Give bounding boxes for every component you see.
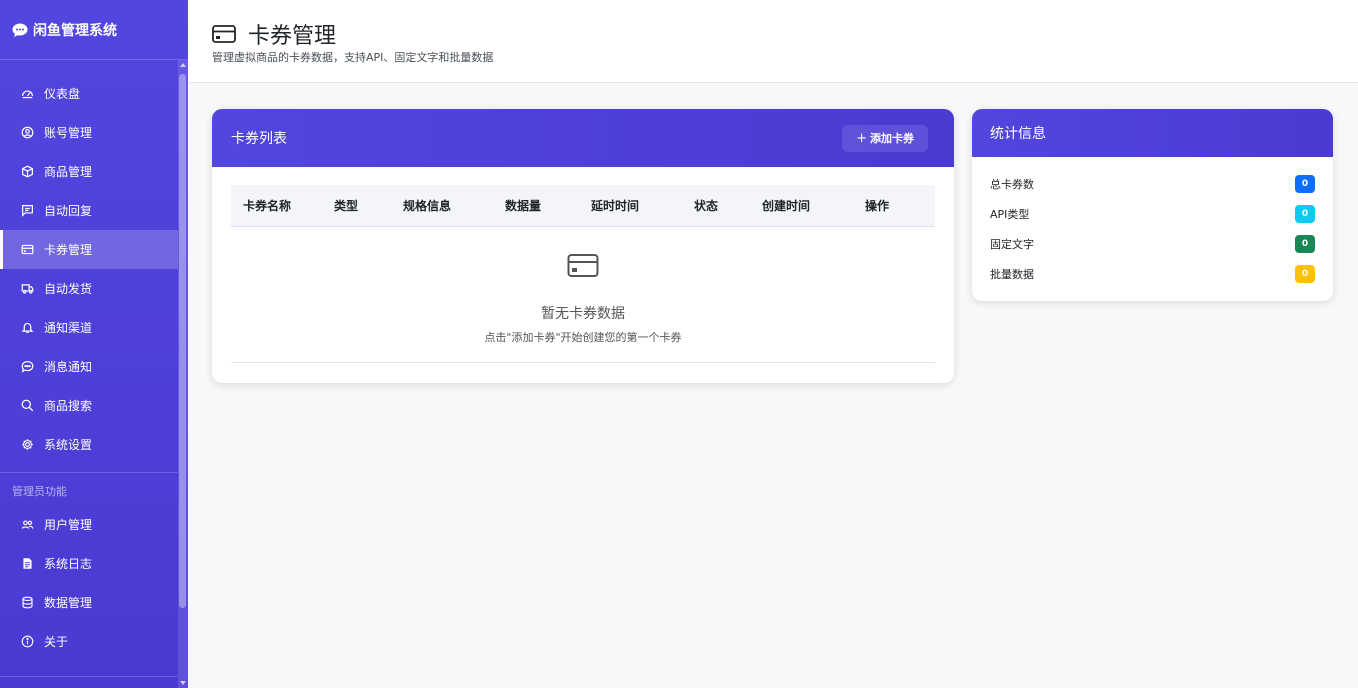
info-icon [21,635,34,648]
stat-row: API类型 0 [990,204,1315,224]
column-header[interactable]: 操作 [865,197,915,214]
search-icon [21,399,34,412]
stat-label: 固定文字 [990,238,1034,251]
user-circle-icon [21,126,34,139]
sidebar-item-label: 仪表盘 [44,87,81,101]
scroll-down-icon[interactable] [180,681,186,685]
bell-icon [21,321,34,334]
sidebar-item-about[interactable]: 关于 [0,622,178,661]
log-icon [21,557,34,570]
empty-title: 暂无卡券数据 [541,306,625,322]
admin-section-title: 管理员功能 [12,485,67,498]
stat-badge: 0 [1295,265,1315,283]
sidebar-item-label: 商品搜索 [44,399,93,413]
sidebar-item-products[interactable]: 商品管理 [0,152,178,191]
column-header[interactable]: 数据量 [505,197,591,214]
card-icon [21,243,34,256]
sidebar: 闲鱼管理系统 仪表盘 账号管理 商品管理 自动回复 卡券管理 自动发货 通知渠道… [0,0,188,688]
sidebar-item-settings[interactable]: 系统设置 [0,425,178,464]
sidebar-item-label: 系统日志 [44,557,93,571]
sidebar-item-label: 系统设置 [44,438,93,452]
sidebar-item-label: 账号管理 [44,126,93,140]
plus-icon: + [856,130,867,146]
page-subtitle: 管理虚拟商品的卡券数据，支持API、固定文字和批量数据 [212,51,494,64]
stats-header: 统计信息 [972,109,1333,157]
chat-dots-icon [21,360,34,373]
brand-title: 闲鱼管理系统 [33,22,117,39]
truck-icon [21,282,34,295]
sidebar-item-label: 关于 [44,635,69,649]
empty-state: 暂无卡券数据 点击"添加卡券"开始创建您的第一个卡券 [231,227,935,363]
sidebar-item-product-search[interactable]: 商品搜索 [0,386,178,425]
stat-label: 总卡券数 [990,178,1034,191]
stat-row: 总卡券数 0 [990,174,1315,194]
stat-badge: 0 [1295,175,1315,193]
card-list-title: 卡券列表 [231,131,287,147]
sidebar-item-notify-channels[interactable]: 通知渠道 [0,308,178,347]
stat-label: API类型 [990,208,1030,221]
column-header[interactable]: 创建时间 [762,197,865,214]
users-icon [21,518,34,531]
sidebar-item-label: 数据管理 [44,596,93,610]
stat-row: 批量数据 0 [990,264,1315,284]
sidebar-item-label: 消息通知 [44,360,93,374]
sidebar-scrollbar[interactable] [178,60,188,688]
sidebar-item-accounts[interactable]: 账号管理 [0,113,178,152]
scrollbar-thumb[interactable] [179,74,186,608]
card-icon [567,254,599,277]
column-header[interactable]: 卡券名称 [231,197,334,214]
sidebar-item-logs[interactable]: 系统日志 [0,544,178,583]
add-card-button[interactable]: + 添加卡券 [842,124,928,152]
table-header: 卡券名称 类型 规格信息 数据量 延时时间 状态 创建时间 操作 [231,185,935,227]
sidebar-item-dashboard[interactable]: 仪表盘 [0,74,178,113]
sidebar-item-label: 自动发货 [44,282,93,296]
chat-lines-icon [21,204,34,217]
empty-description: 点击"添加卡券"开始创建您的第一个卡券 [484,331,682,344]
add-card-label: 添加卡券 [870,132,914,145]
chat-bubble-icon [12,23,28,37]
stats-panel: 统计信息 总卡券数 0 API类型 0 固定文字 0 批量数据 0 [972,109,1333,301]
card-table: 卡券名称 类型 规格信息 数据量 延时时间 状态 创建时间 操作 暂无卡券数据 … [231,185,935,363]
sidebar-item-auto-reply[interactable]: 自动回复 [0,191,178,230]
column-header[interactable]: 类型 [334,197,403,214]
page-title: 卡券管理 [248,24,337,49]
scroll-up-icon[interactable] [180,63,186,67]
card-icon [212,25,236,43]
column-header[interactable]: 状态 [694,197,762,214]
nav-bottom-divider [0,676,178,677]
stats-title: 统计信息 [990,126,1046,142]
sidebar-item-users[interactable]: 用户管理 [0,505,178,544]
sidebar-item-label: 通知渠道 [44,321,93,335]
stat-badge: 0 [1295,235,1315,253]
brand[interactable]: 闲鱼管理系统 [0,0,188,60]
sidebar-item-label: 自动回复 [44,204,93,218]
dashboard-icon [21,87,34,100]
column-header[interactable]: 延时时间 [591,197,694,214]
sidebar-nav: 仪表盘 账号管理 商品管理 自动回复 卡券管理 自动发货 通知渠道 消息通知 商… [0,74,178,661]
card-list-panel: 卡券列表 + 添加卡券 卡券名称 类型 规格信息 数据量 延时时间 状态 创建时… [212,109,954,383]
stat-row: 固定文字 0 [990,234,1315,254]
stat-label: 批量数据 [990,268,1034,281]
page-header: 卡券管理 管理虚拟商品的卡券数据，支持API、固定文字和批量数据 [188,0,1358,83]
gear-icon [21,438,34,451]
column-header[interactable]: 规格信息 [403,197,505,214]
sidebar-item-data[interactable]: 数据管理 [0,583,178,622]
box-icon [21,165,34,178]
sidebar-item-cards[interactable]: 卡券管理 [0,230,178,269]
sidebar-item-auto-delivery[interactable]: 自动发货 [0,269,178,308]
sidebar-item-label: 商品管理 [44,165,93,179]
card-list-header: 卡券列表 + 添加卡券 [212,109,954,167]
sidebar-item-label: 卡券管理 [44,243,93,257]
sidebar-item-label: 用户管理 [44,518,93,532]
stat-badge: 0 [1295,205,1315,223]
sidebar-item-message-notify[interactable]: 消息通知 [0,347,178,386]
database-icon [21,596,34,609]
